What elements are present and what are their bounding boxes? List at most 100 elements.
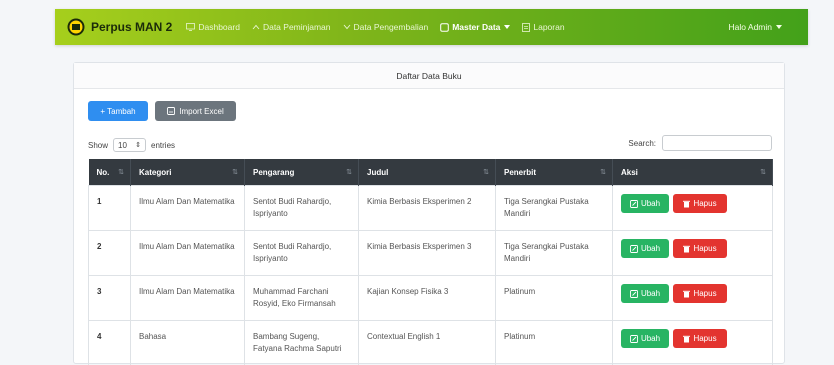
user-greeting: Halo Admin xyxy=(729,22,772,32)
table-row: 3Ilmu Alam Dan MatematikaMuhammad Farcha… xyxy=(89,276,773,321)
entries-label: entries xyxy=(151,141,175,150)
edit-icon xyxy=(630,335,638,343)
edit-label: Ubah xyxy=(641,288,660,300)
cell-pengarang: Bambang Sugeng, Fatyana Rachma Saputri xyxy=(245,321,359,365)
cell-judul: Contextual English 1 xyxy=(359,321,496,365)
col-header-no[interactable]: No.⇅ xyxy=(89,159,131,186)
cell-penerbit: Tiga Serangkai Pustaka Mandiri xyxy=(496,186,613,231)
edit-button[interactable]: Ubah xyxy=(621,284,669,303)
trash-icon xyxy=(683,290,690,298)
cell-penerbit: Tiga Serangkai Pustaka Mandiri xyxy=(496,231,613,276)
nav-master-data-label: Master Data xyxy=(452,22,500,32)
nav-data-peminjaman-label: Data Peminjaman xyxy=(263,22,331,32)
cell-kategori: Bahasa xyxy=(131,321,245,365)
nav-data-pengembalian[interactable]: Data Pengembalian xyxy=(343,22,429,32)
delete-label: Hapus xyxy=(693,288,716,300)
cell-penerbit: Platinum xyxy=(496,321,613,365)
delete-button[interactable]: Hapus xyxy=(673,284,727,303)
cell-pengarang: Sentot Budi Rahardjo, Ispriyanto xyxy=(245,231,359,276)
cell-aksi: Ubah Hapus xyxy=(613,321,773,365)
cell-no: 2 xyxy=(89,231,131,276)
col-header-judul[interactable]: Judul⇅ xyxy=(359,159,496,186)
cell-aksi: Ubah Hapus xyxy=(613,276,773,321)
import-excel-button[interactable]: Import Excel xyxy=(155,101,236,121)
nav-data-peminjaman[interactable]: Data Peminjaman xyxy=(252,22,331,32)
trash-icon xyxy=(683,200,690,208)
cell-no: 1 xyxy=(89,186,131,231)
trash-icon xyxy=(683,335,690,343)
delete-button[interactable]: Hapus xyxy=(673,329,727,348)
brand-name: Perpus MAN 2 xyxy=(91,20,172,34)
delete-button[interactable]: Hapus xyxy=(673,239,727,258)
sort-icon: ⇅ xyxy=(600,168,606,176)
col-header-aksi[interactable]: Aksi⇅ xyxy=(613,159,773,186)
edit-icon xyxy=(630,200,638,208)
cell-judul: Kajian Konsep Fisika 3 xyxy=(359,276,496,321)
caret-down-icon xyxy=(504,25,510,29)
nav-laporan[interactable]: Laporan xyxy=(522,22,564,32)
top-navbar: Perpus MAN 2 Dashboard Data Peminjaman D… xyxy=(55,9,808,45)
nav-data-pengembalian-label: Data Pengembalian xyxy=(354,22,429,32)
delete-label: Hapus xyxy=(693,198,716,210)
file-excel-icon xyxy=(167,107,175,115)
entries-length: Show 10 ⇕ entries xyxy=(88,138,175,152)
search-label: Search: xyxy=(628,139,656,148)
search-input[interactable] xyxy=(662,135,772,151)
card-header: Daftar Data Buku xyxy=(74,63,784,89)
table-row: 4BahasaBambang Sugeng, Fatyana Rachma Sa… xyxy=(89,321,773,365)
add-book-button[interactable]: + Tambah xyxy=(88,101,148,121)
cell-kategori: Ilmu Alam Dan Matematika xyxy=(131,276,245,321)
search-box: Search: xyxy=(628,135,772,151)
sort-icon: ⇅ xyxy=(760,168,766,176)
entries-value: 10 xyxy=(118,141,127,150)
caret-down-icon xyxy=(776,25,782,29)
cell-pengarang: Sentot Budi Rahardjo, Ispriyanto xyxy=(245,186,359,231)
cell-aksi: Ubah Hapus xyxy=(613,231,773,276)
edit-label: Ubah xyxy=(641,198,660,210)
nav-laporan-label: Laporan xyxy=(533,22,564,32)
cell-no: 3 xyxy=(89,276,131,321)
cell-aksi: Ubah Hapus xyxy=(613,186,773,231)
table-header-row: No.⇅ Kategori⇅ Pengarang⇅ Judul⇅ Penerbi… xyxy=(89,159,773,186)
sort-updown-icon: ⇕ xyxy=(135,141,141,149)
user-menu[interactable]: Halo Admin xyxy=(729,22,782,32)
cell-no: 4 xyxy=(89,321,131,365)
delete-label: Hapus xyxy=(693,243,716,255)
square-icon xyxy=(440,23,449,32)
nav-dashboard[interactable]: Dashboard xyxy=(186,22,240,32)
delete-button[interactable]: Hapus xyxy=(673,194,727,213)
nav-dashboard-label: Dashboard xyxy=(198,22,240,32)
brand[interactable]: Perpus MAN 2 xyxy=(67,18,172,36)
show-label: Show xyxy=(88,141,108,150)
book-list-card: Daftar Data Buku + Tambah Import Excel S… xyxy=(73,62,785,364)
edit-label: Ubah xyxy=(641,243,660,255)
edit-button[interactable]: Ubah xyxy=(621,329,669,348)
cell-pengarang: Muhammad Farchani Rosyid, Eko Firmansah xyxy=(245,276,359,321)
chevron-down-icon xyxy=(343,24,351,30)
import-excel-label: Import Excel xyxy=(179,107,223,116)
chevron-up-icon xyxy=(252,24,260,30)
col-header-kategori[interactable]: Kategori⇅ xyxy=(131,159,245,186)
trash-icon xyxy=(683,245,690,253)
books-table: No.⇅ Kategori⇅ Pengarang⇅ Judul⇅ Penerbi… xyxy=(88,159,773,365)
cell-kategori: Ilmu Alam Dan Matematika xyxy=(131,231,245,276)
delete-label: Hapus xyxy=(693,333,716,345)
sort-icon: ⇅ xyxy=(232,168,238,176)
cell-judul: Kimia Berbasis Eksperimen 2 xyxy=(359,186,496,231)
entries-select[interactable]: 10 ⇕ xyxy=(113,138,146,152)
col-header-penerbit[interactable]: Penerbit⇅ xyxy=(496,159,613,186)
card-title: Daftar Data Buku xyxy=(396,71,461,81)
edit-label: Ubah xyxy=(641,333,660,345)
book-logo-icon xyxy=(67,18,85,36)
nav-master-data[interactable]: Master Data xyxy=(440,22,510,32)
col-header-pengarang[interactable]: Pengarang⇅ xyxy=(245,159,359,186)
edit-button[interactable]: Ubah xyxy=(621,239,669,258)
edit-button[interactable]: Ubah xyxy=(621,194,669,213)
sort-icon: ⇅ xyxy=(483,168,489,176)
cell-penerbit: Platinum xyxy=(496,276,613,321)
table-row: 1Ilmu Alam Dan MatematikaSentot Budi Rah… xyxy=(89,186,773,231)
edit-icon xyxy=(630,245,638,253)
table-row: 2Ilmu Alam Dan MatematikaSentot Budi Rah… xyxy=(89,231,773,276)
cell-judul: Kimia Berbasis Eksperimen 3 xyxy=(359,231,496,276)
cell-kategori: Ilmu Alam Dan Matematika xyxy=(131,186,245,231)
